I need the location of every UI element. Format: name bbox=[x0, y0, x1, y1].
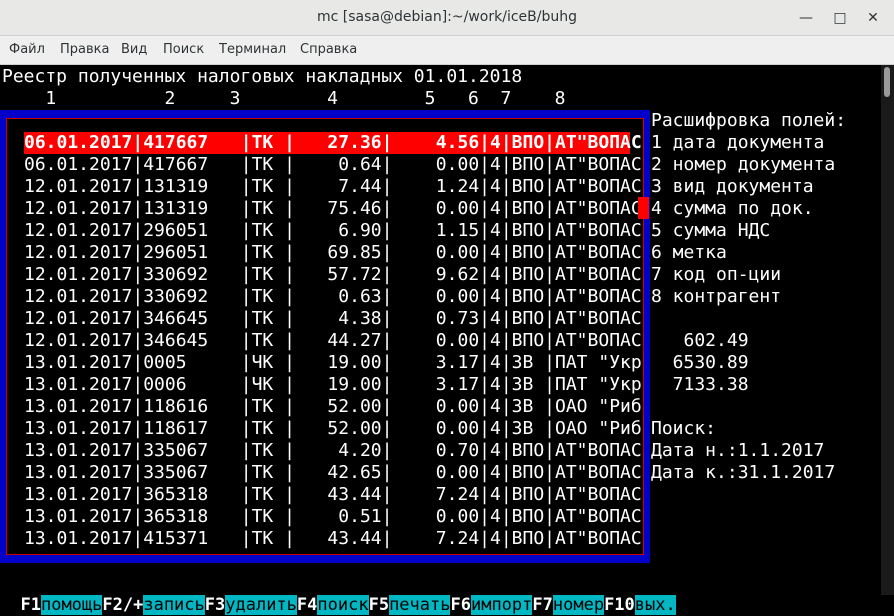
legend-title: Расшифровка полей: bbox=[651, 110, 847, 131]
legend-item: 6 метка bbox=[651, 242, 727, 263]
table-row[interactable]: 12.01.2017|346645 |ТК | 44.27| 0.00|4|ВП… bbox=[24, 330, 642, 352]
fkey-f5-key[interactable]: F5 bbox=[369, 595, 389, 615]
total-value: 6530.89 bbox=[651, 352, 749, 373]
fkey-f6-import[interactable]: импорт bbox=[470, 595, 533, 615]
window-titlebar: mc [sasa@debian]:~/work/iceB/buhg — □ ✕ bbox=[0, 0, 894, 36]
fkey-f1-key[interactable]: F1 bbox=[20, 595, 40, 615]
table-row[interactable]: 13.01.2017|118617 |ТК | 52.00| 0.00|4|ЗВ… bbox=[24, 418, 642, 440]
fkey-f4-key[interactable]: F4 bbox=[297, 595, 317, 615]
fkey-f1-help[interactable]: помощь bbox=[40, 595, 103, 615]
fkey-f5-print[interactable]: печать bbox=[389, 595, 451, 615]
legend-item: 5 сумма НДС bbox=[651, 220, 771, 241]
report-title: Реестр полученных налоговых накладных 01… bbox=[2, 66, 523, 87]
table-row[interactable]: 13.01.2017|335067 |ТК | 42.65| 0.00|4|ВП… bbox=[24, 462, 642, 484]
table-row[interactable]: 13.01.2017|365318 |ТК | 43.44| 7.24|4|ВП… bbox=[24, 484, 642, 506]
table-row[interactable]: 12.01.2017|330692 |ТК | 0.63| 0.00|4|ВПО… bbox=[24, 286, 642, 308]
total-value: 602.49 bbox=[651, 330, 749, 351]
table-row[interactable]: 13.01.2017|415371 |ТК | 43.44| 7.24|4|ВП… bbox=[24, 528, 642, 550]
fkey-f3-key[interactable]: F3 bbox=[205, 595, 225, 615]
fkey-f3-delete[interactable]: удалить bbox=[225, 595, 297, 615]
table-row[interactable]: 13.01.2017|365318 |ТК | 0.51| 0.00|4|ВПО… bbox=[24, 506, 642, 528]
table-row[interactable]: 12.01.2017|346645 |ТК | 4.38| 0.73|4|ВПО… bbox=[24, 308, 642, 330]
table-row[interactable]: 12.01.2017|330692 |ТК | 57.72| 9.62|4|ВП… bbox=[24, 264, 642, 286]
table-row[interactable]: 12.01.2017|131319 |ТК | 75.46| 0.00|4|ВП… bbox=[24, 198, 642, 220]
scrollbar[interactable] bbox=[881, 65, 894, 595]
fkey-f10-key[interactable]: F10 bbox=[604, 595, 635, 615]
function-key-bar: F1помощьF2/+записьF3удалитьF4поискF5печа… bbox=[0, 572, 676, 615]
maximize-icon[interactable]: □ bbox=[830, 8, 850, 28]
search-date-from: Дата н.:1.1.2017 bbox=[651, 440, 825, 461]
table-row[interactable]: 13.01.2017|0005 |ЧК | 19.00| 3.17|4|ЗВ |… bbox=[24, 352, 642, 374]
scrollbar-thumb[interactable] bbox=[884, 67, 890, 97]
table-row[interactable]: 13.01.2017|118616 |ТК | 52.00| 0.00|4|ЗВ… bbox=[24, 396, 642, 418]
fkey-f10-exit[interactable]: вых. bbox=[634, 595, 676, 615]
table-row[interactable]: 12.01.2017|296051 |ТК | 6.90| 1.15|4|ВПО… bbox=[24, 220, 642, 242]
legend-item: 1 дата документа bbox=[651, 132, 825, 153]
fkey-f7-number[interactable]: номер bbox=[552, 595, 605, 615]
table-row[interactable]: 12.01.2017|131319 |ТК | 7.44| 1.24|4|ВПО… bbox=[24, 176, 642, 198]
fkey-f4-search[interactable]: поиск bbox=[317, 595, 369, 615]
menu-search[interactable]: Поиск bbox=[163, 42, 204, 57]
menu-view[interactable]: Вид bbox=[121, 42, 147, 57]
total-value: 7133.38 bbox=[651, 374, 749, 395]
search-title: Поиск: bbox=[651, 418, 717, 439]
search-date-to: Дата к.:31.1.2017 bbox=[651, 462, 836, 483]
menu-terminal[interactable]: Терминал bbox=[219, 42, 286, 57]
fkey-f7-key[interactable]: F7 bbox=[532, 595, 552, 615]
table-row-selected[interactable]: 06.01.2017|417667 |ТК | 27.36| 4.56|4|ВП… bbox=[24, 132, 642, 154]
close-icon[interactable]: ✕ bbox=[863, 8, 883, 28]
table-row[interactable]: 13.01.2017|335067 |ТК | 4.20| 0.70|4|ВПО… bbox=[24, 440, 642, 462]
menubar: Файл Правка Вид Поиск Терминал Справка bbox=[0, 36, 894, 65]
table-row[interactable]: 06.01.2017|417667 |ТК | 0.64| 0.00|4|ВПО… bbox=[24, 154, 642, 176]
menu-file[interactable]: Файл bbox=[9, 42, 45, 57]
menu-edit[interactable]: Правка bbox=[60, 42, 109, 57]
legend-item: 7 код оп-ции bbox=[651, 264, 782, 285]
minimize-icon[interactable]: — bbox=[796, 8, 816, 28]
fkey-f6-key[interactable]: F6 bbox=[450, 595, 470, 615]
column-numbers: 1 2 3 4 5 6 7 8 bbox=[2, 88, 566, 109]
table-row[interactable]: 13.01.2017|0006 |ЧК | 19.00| 3.17|4|ЗВ |… bbox=[24, 374, 642, 396]
legend-item: 4 сумма по док. bbox=[651, 198, 814, 219]
fkey-f2-add[interactable]: запись bbox=[143, 595, 205, 615]
window-title: mc [sasa@debian]:~/work/iceB/buhg bbox=[317, 9, 577, 25]
menu-help[interactable]: Справка bbox=[300, 42, 357, 57]
legend-item: 2 номер документа bbox=[651, 154, 836, 175]
list-position-marker bbox=[638, 197, 649, 219]
fkey-f2-key[interactable]: F2/+ bbox=[102, 595, 143, 615]
legend-item: 3 вид документа bbox=[651, 176, 814, 197]
table-row[interactable]: 12.01.2017|296051 |ТК | 69.85| 0.00|4|ВП… bbox=[24, 242, 642, 264]
legend-item: 8 контрагент bbox=[651, 286, 782, 307]
